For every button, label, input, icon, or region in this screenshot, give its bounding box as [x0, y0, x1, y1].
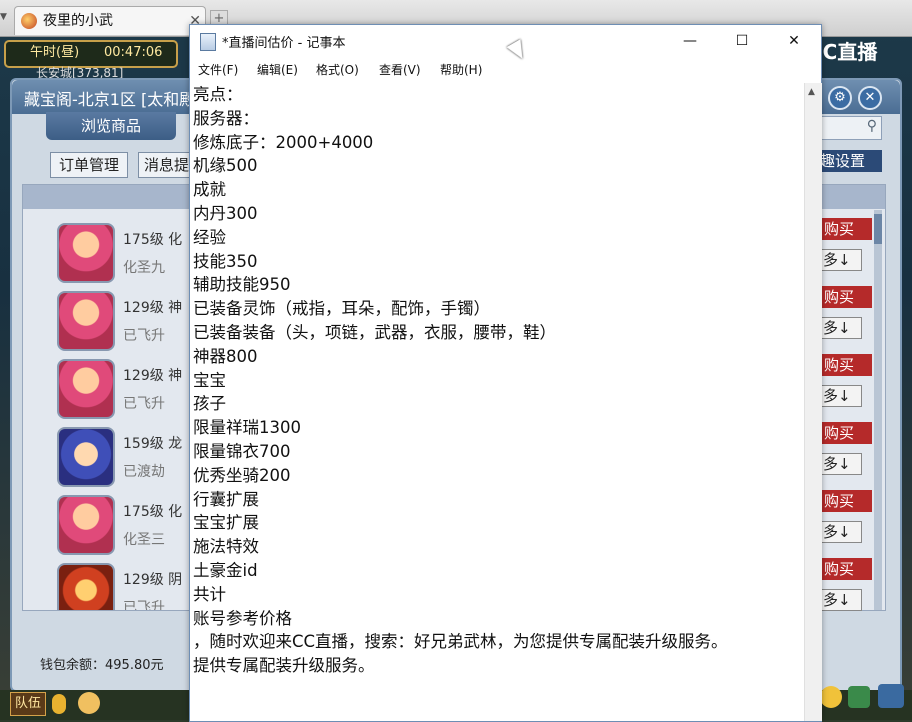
computer-icon[interactable]: [878, 684, 904, 708]
menu-edit[interactable]: 编辑(E): [257, 61, 298, 78]
text-line: 宝宝扩展: [193, 513, 259, 533]
text-line: 行囊扩展: [193, 489, 259, 509]
browser-tab[interactable]: 夜里的小武 ✕: [14, 6, 206, 35]
buy-button[interactable]: 购买: [818, 422, 872, 444]
character-status: 已飞升: [123, 396, 165, 412]
character-avatar: [57, 359, 115, 419]
character-avatar: [57, 563, 115, 610]
text-line: 修炼底子：2000+4000: [193, 132, 374, 152]
chat-bubble-icon[interactable]: [78, 692, 100, 714]
text-line: 经验: [193, 227, 226, 247]
buy-button[interactable]: 购买: [818, 286, 872, 308]
text-line: 限量锦衣700: [193, 441, 291, 461]
text-line: 服务器：: [193, 108, 259, 128]
more-button[interactable]: 多↓: [818, 521, 862, 543]
character-status: 已渡劫: [123, 464, 165, 480]
wallet-balance: 钱包余额：495.80元: [40, 658, 164, 673]
character-level: 129级 阴: [123, 572, 183, 588]
character-level: 129级 神: [123, 368, 183, 384]
buy-button[interactable]: 购买: [818, 354, 872, 376]
text-line: 成就: [193, 180, 226, 200]
text-line: 技能350: [193, 251, 258, 271]
scroll-up-arrow[interactable]: ▲: [808, 87, 815, 97]
notepad-menubar: 文件(F) 编辑(E) 格式(O) 查看(V) 帮助(H): [190, 57, 821, 79]
system-icon[interactable]: [848, 686, 870, 708]
buy-button[interactable]: 购买: [818, 558, 872, 580]
text-line: 机缘500: [193, 156, 258, 176]
menu-help[interactable]: 帮助(H): [440, 61, 482, 78]
listing-scrollbar[interactable]: [874, 210, 882, 610]
time-period: 午时(昼): [30, 45, 80, 60]
emote-face-icon[interactable]: [820, 686, 842, 708]
minimize-button[interactable]: —: [668, 29, 712, 53]
character-avatar: [57, 223, 115, 283]
notepad-title: *直播间估价 - 记事本: [222, 36, 346, 51]
text-line: 账号参考价格: [193, 608, 292, 628]
character-status: 已飞升: [123, 328, 165, 344]
close-button[interactable]: ✕: [772, 29, 816, 53]
menu-format[interactable]: 格式(O): [316, 61, 359, 78]
text-line: 共计: [193, 584, 226, 604]
buy-button[interactable]: 购买: [818, 218, 872, 240]
browse-goods-tab[interactable]: 浏览商品: [46, 112, 176, 140]
search-icon: ⚲: [866, 118, 877, 134]
text-line: 孩子: [193, 394, 226, 414]
notepad-scrollbar[interactable]: ▲: [804, 83, 822, 721]
microphone-icon[interactable]: [52, 694, 66, 714]
character-status: 化圣九: [123, 260, 165, 276]
character-avatar: [57, 291, 115, 351]
text-line: 限量祥瑞1300: [193, 418, 301, 438]
character-status: 已飞升: [123, 600, 165, 611]
character-avatar: [57, 495, 115, 555]
text-line: 辅助技能950: [193, 275, 291, 295]
notepad-text-area[interactable]: 亮点： 服务器： 修炼底子：2000+4000 机缘500 成就内丹300 经验技能350…: [193, 83, 805, 721]
text-line: 宝宝: [193, 370, 226, 390]
search-input[interactable]: ⚲: [820, 116, 882, 140]
text-line: 亮点：: [193, 85, 243, 104]
more-button[interactable]: 多↓: [818, 453, 862, 475]
browser-tab-title: 夜里的小武: [43, 13, 113, 29]
interest-settings-button[interactable]: 趣设置: [812, 150, 882, 172]
more-button[interactable]: 多↓: [818, 385, 862, 407]
notepad-titlebar: *直播间估价 - 记事本 — ☐ ✕: [190, 25, 821, 57]
text-line: 内丹300: [193, 203, 258, 223]
notepad-window: *直播间估价 - 记事本 — ☐ ✕ 文件(F) 编辑(E) 格式(O) 查看(…: [189, 24, 822, 722]
gear-icon[interactable]: ⚙: [828, 86, 852, 110]
game-app-icon: [21, 13, 37, 29]
character-level: 175级 化: [123, 504, 183, 520]
close-icon[interactable]: ✕: [858, 86, 882, 110]
order-management-button[interactable]: 订单管理: [50, 152, 128, 178]
text-line: 优秀坐骑200: [193, 465, 291, 485]
notepad-icon: [200, 33, 216, 51]
text-line: 施法特效: [193, 537, 259, 557]
maximize-button[interactable]: ☐: [720, 29, 764, 53]
buy-button[interactable]: 购买: [818, 490, 872, 512]
text-line: ，随时欢迎来CC直播，搜索：好兄弟武林，为您提供专属配装升级服务。: [193, 632, 728, 652]
text-line: 神器800: [193, 346, 258, 366]
menu-view[interactable]: 查看(V): [379, 61, 421, 78]
text-line: 已装备灵饰（戒指，耳朵，配饰，手镯）: [193, 299, 490, 319]
character-level: 159级 龙: [123, 436, 183, 452]
more-button[interactable]: 多↓: [818, 589, 862, 611]
tab-list-arrow[interactable]: ▼: [0, 12, 10, 26]
team-button[interactable]: 队伍: [10, 692, 46, 716]
character-level: 129级 神: [123, 300, 183, 316]
more-button[interactable]: 多↓: [818, 249, 862, 271]
more-button[interactable]: 多↓: [818, 317, 862, 339]
text-line: 已装备装备（头，项链，武器，衣服，腰带，鞋）: [193, 322, 556, 342]
text-line: 提供专属配装升级服务。: [193, 656, 375, 676]
clock-time: 00:47:06: [104, 45, 163, 60]
character-status: 化圣三: [123, 532, 165, 548]
character-avatar: [57, 427, 115, 487]
menu-file[interactable]: 文件(F): [198, 61, 238, 78]
character-level: 175级 化: [123, 232, 183, 248]
text-line: 土豪金id: [193, 560, 258, 580]
panel-title: 藏宝阁-北京1区 [太和殿: [24, 90, 196, 109]
